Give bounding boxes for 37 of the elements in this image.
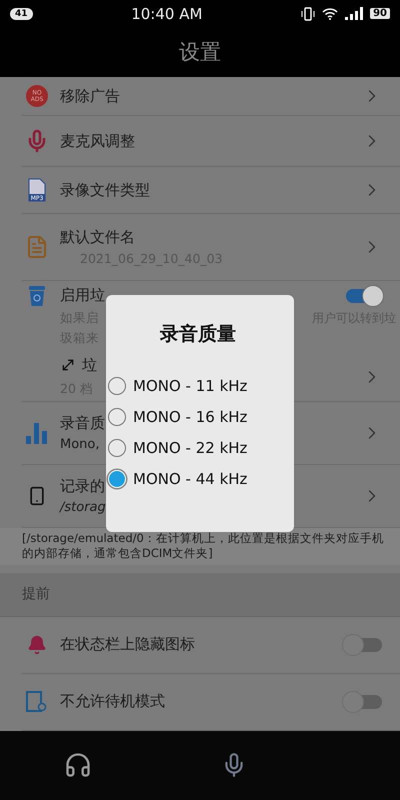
setting-title: 记录的 — [60, 477, 105, 496]
quality-option[interactable]: MONO - 16 kHz — [108, 408, 294, 426]
radio-button[interactable] — [108, 377, 126, 395]
signal-icon — [345, 7, 364, 20]
trash-icon — [28, 284, 46, 307]
setting-value: /storag — [60, 500, 106, 516]
vibrate-icon — [301, 6, 316, 20]
setting-title: 不允许待机模式 — [60, 692, 165, 712]
setting-title: 垃 — [82, 356, 97, 375]
dialog-title: 录音质量 — [160, 322, 237, 347]
wifi-icon — [322, 7, 338, 20]
setting-title: 移除广告 — [60, 86, 120, 106]
setting-value: Mono, — [60, 437, 100, 452]
setting-title: 启用垃 — [60, 286, 106, 306]
quality-option[interactable]: MONO - 11 kHz — [108, 377, 294, 395]
quality-option[interactable]: MONO - 44 kHz — [108, 470, 294, 488]
status-time: 10:40 AM — [131, 4, 202, 22]
setting-title: 麦克风调整 — [60, 132, 135, 151]
setting-title: 默认文件名 — [60, 228, 135, 248]
storage-note: [/storage/emulated/0：在计算机上，此位置是根据文件夹对应手机的内部存储，通常包含DCIM文件夹] — [0, 528, 400, 566]
resize-arrows-icon — [60, 357, 76, 374]
page-title: 设置 — [179, 39, 221, 66]
setting-title: 在状态栏上隐藏图标 — [60, 635, 195, 654]
radio-button[interactable] — [108, 408, 126, 426]
bar-graph-icon — [26, 421, 48, 446]
document-icon — [25, 235, 49, 260]
settings-row[interactable]: 麦克风调整 — [22, 116, 400, 168]
bell-icon — [27, 634, 47, 655]
headphones-icon — [64, 751, 92, 780]
screen-light-icon — [25, 690, 49, 714]
setting-title: 录像文件类型 — [60, 180, 150, 200]
radio-button[interactable] — [108, 439, 126, 457]
battery-level: 90 — [370, 8, 390, 19]
quality-option[interactable]: MONO - 22 kHz — [108, 439, 294, 457]
setting-title: 录音质 — [60, 414, 105, 434]
notification-count: 41 — [10, 8, 33, 20]
section-title: 提前 — [22, 585, 50, 604]
